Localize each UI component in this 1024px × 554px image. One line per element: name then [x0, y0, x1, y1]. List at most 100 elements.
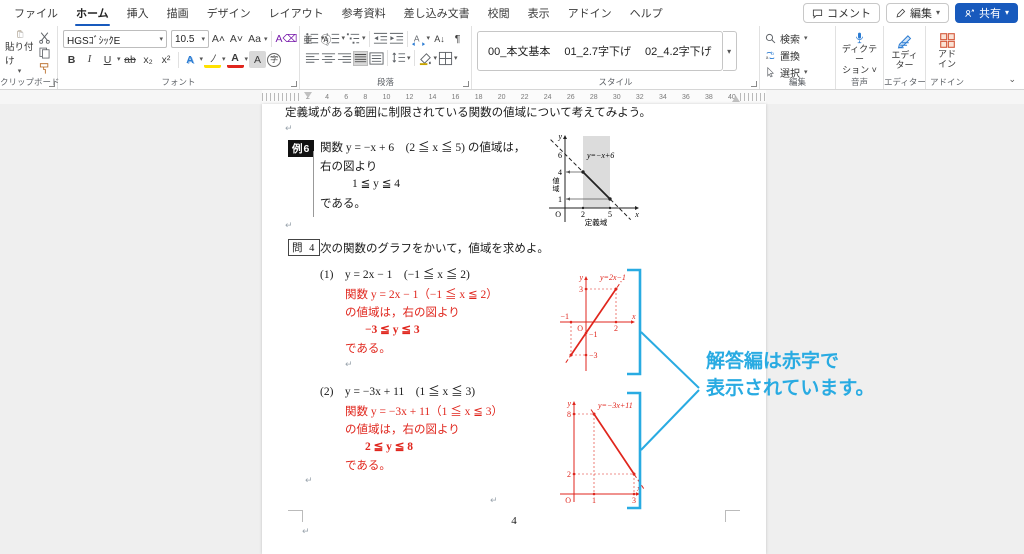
svg-text:値域: 値域 [552, 176, 560, 193]
justify-icon[interactable] [353, 51, 368, 66]
menu-tab-11[interactable]: ヘルプ [622, 1, 671, 25]
menu-tab-0[interactable]: ファイル [6, 1, 66, 25]
clipboard-icon [10, 30, 30, 38]
indent-marker-right[interactable] [732, 96, 740, 102]
menu-tab-8[interactable]: 校閲 [480, 1, 518, 25]
ribbon: 貼り付け ▾ クリップボード HGSｺﾞｼｯｸE▾ 10.5▾ [0, 26, 1024, 90]
ruler-number: 14 [429, 94, 437, 101]
intro-text: 定義域がある範囲に制限されている関数の値域について考えてみよう。 [285, 104, 651, 120]
grow-font-button[interactable]: A˄ [210, 31, 227, 48]
q2-answer-4: である。 [345, 457, 391, 473]
menu-tab-2[interactable]: 挿入 [119, 1, 157, 25]
svg-text:2: 2 [567, 470, 571, 479]
style-gallery-more-button[interactable]: ▾ [723, 31, 737, 71]
decrease-indent-icon[interactable] [373, 31, 388, 46]
ruler-number: 34 [659, 94, 667, 101]
dialog-launcher-icon[interactable] [49, 81, 55, 87]
change-case-button[interactable]: Aa [246, 31, 263, 48]
svg-text:y: y [578, 273, 583, 282]
italic-button[interactable]: I [81, 51, 98, 68]
share-button[interactable]: 共有 ▾ [955, 3, 1018, 23]
menubar-right: コメント 編集 ▾ 共有 ▾ [803, 3, 1018, 23]
ruler-number: 22 [521, 94, 529, 101]
cut-icon[interactable] [37, 31, 52, 44]
dialog-launcher-icon[interactable] [751, 81, 757, 87]
editor-button[interactable]: エディ ター [886, 30, 924, 75]
character-shading-button[interactable]: A [249, 51, 266, 68]
group-label-styles: スタイル [472, 76, 759, 88]
shrink-font-button[interactable]: A˅ [228, 31, 245, 48]
distribute-icon[interactable] [369, 51, 384, 66]
svg-text:O: O [565, 496, 571, 505]
underline-button[interactable]: U [99, 51, 116, 68]
align-center-icon[interactable] [321, 51, 336, 66]
font-color-button[interactable]: A [227, 51, 244, 68]
menu-tab-10[interactable]: アドイン [560, 1, 620, 25]
borders-icon[interactable] [438, 51, 453, 66]
bullets-icon[interactable] [305, 31, 320, 46]
svg-text:4: 4 [558, 168, 562, 177]
strikethrough-button[interactable]: ab [122, 51, 139, 68]
multilevel-list-icon[interactable] [346, 31, 361, 46]
callout-line-1: 解答編は赤字で [706, 348, 875, 375]
clear-formatting-button[interactable]: A⌫ [275, 31, 299, 48]
find-button[interactable]: 検索▾ [765, 31, 808, 46]
dialog-launcher-icon[interactable] [463, 81, 469, 87]
dictate-button[interactable]: ディクテー ション ˅ [841, 30, 879, 75]
menu-tab-4[interactable]: デザイン [199, 1, 259, 25]
replace-button[interactable]: ab 置換 [765, 48, 808, 63]
align-left-icon[interactable] [305, 51, 320, 66]
svg-text:−1: −1 [560, 312, 569, 321]
comments-button[interactable]: コメント [803, 3, 880, 23]
enclose-characters-button[interactable]: 字 [267, 53, 281, 67]
comment-icon [812, 8, 823, 19]
editing-mode-button[interactable]: 編集 ▾ [886, 3, 949, 23]
collapse-ribbon-icon[interactable]: ⌄ [1008, 74, 1016, 85]
sort-icon[interactable]: A↓ [431, 30, 448, 47]
menu-tab-3[interactable]: 描画 [159, 1, 197, 25]
menu-tab-6[interactable]: 参考資料 [334, 1, 394, 25]
q1-answer-4: である。 [345, 340, 391, 356]
svg-text:b: b [771, 51, 774, 57]
menu-tab-5[interactable]: レイアウト [261, 1, 332, 25]
font-name-combo[interactable]: HGSｺﾞｼｯｸE▾ [63, 30, 167, 48]
document-canvas[interactable]: 定義域がある範囲に制限されている関数の値域について考えてみよう。 ↵ 例6 関数… [0, 104, 1024, 554]
increase-indent-icon[interactable] [389, 31, 404, 46]
font-size-combo[interactable]: 10.5▾ [171, 30, 209, 48]
superscript-button[interactable]: x² [158, 51, 175, 68]
show-paragraph-marks-icon[interactable]: ¶ [449, 30, 466, 47]
copy-icon[interactable] [37, 46, 52, 59]
group-font: HGSｺﾞｼｯｸE▾ 10.5▾ A˄ A˅ Aa▾ A⌫ 亜 Ⓐ B I [58, 26, 300, 89]
group-label-editor: エディター [884, 76, 925, 88]
indent-marker-first-line[interactable] [304, 92, 312, 98]
align-right-icon[interactable] [337, 51, 352, 66]
character-scaling-icon[interactable]: A [411, 31, 426, 46]
menu-tab-9[interactable]: 表示 [520, 1, 558, 25]
group-paragraph: ▾ 123▾ ▾ A▾ A↓ ¶ [300, 26, 472, 89]
style-item-27[interactable]: 01_2.7字下げ [564, 43, 631, 59]
style-item-42[interactable]: 02_4.2字下げ [645, 43, 712, 59]
style-item-honbun[interactable]: 00_本文基本 [488, 43, 550, 59]
format-painter-icon[interactable] [37, 62, 52, 75]
line-spacing-icon[interactable] [391, 51, 406, 66]
dialog-launcher-icon[interactable] [291, 81, 297, 87]
addins-label-2: イン [938, 59, 956, 69]
menu-tab-7[interactable]: 差し込み文書 [396, 1, 478, 25]
horizontal-ruler[interactable]: 246810121416182022242628303234363840 [0, 90, 1024, 104]
svg-text:8: 8 [567, 410, 571, 419]
shading-icon[interactable] [418, 51, 433, 66]
text-effects-button[interactable]: A [182, 51, 199, 68]
paste-button[interactable]: 貼り付け ▾ [5, 30, 34, 75]
ruler-number: 28 [590, 94, 598, 101]
highlight-color-button[interactable]: ﾉ [204, 51, 221, 68]
menu-bar: ファイルホーム挿入描画デザインレイアウト参考資料差し込み文書校閲表示アドインヘル… [0, 0, 1024, 26]
subscript-button[interactable]: x₂ [140, 51, 157, 68]
bold-button[interactable]: B [63, 51, 80, 68]
svg-text:−1: −1 [589, 330, 598, 339]
menu-tab-1[interactable]: ホーム [68, 1, 117, 25]
numbering-icon[interactable]: 123 [326, 31, 341, 46]
example-left-rule [313, 151, 314, 217]
addins-button[interactable]: アド イン [928, 30, 966, 75]
svg-text:5: 5 [608, 210, 612, 219]
style-gallery: 00_本文基本 01_2.7字下げ 02_4.2字下げ [477, 31, 723, 71]
